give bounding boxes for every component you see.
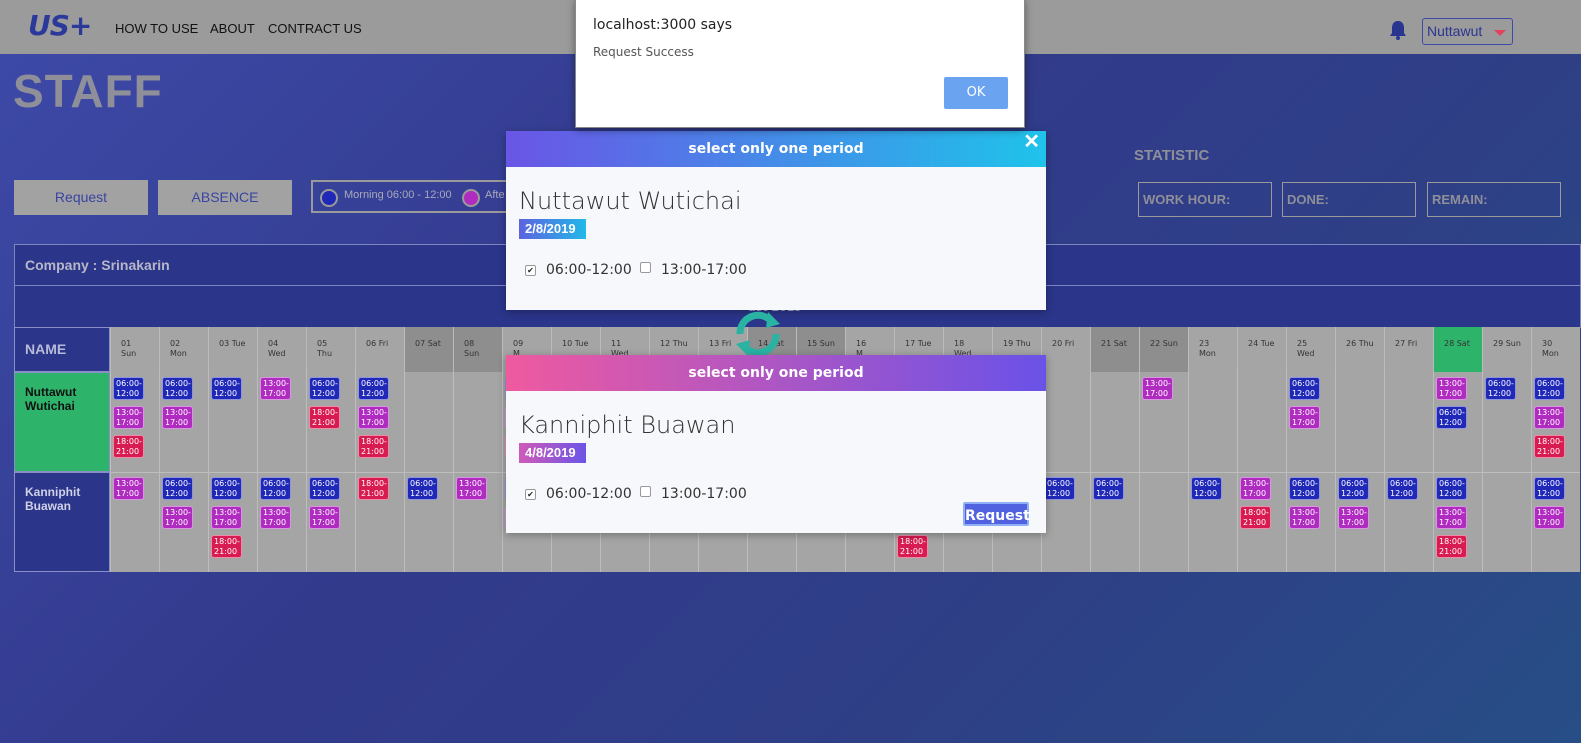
checkbox-unchecked[interactable] [640, 486, 651, 497]
modal-1-staff-name: Nuttawut Wutichai [519, 187, 742, 215]
alert-ok-button[interactable]: OK [944, 77, 1008, 109]
modal-1-option-morning[interactable]: ✔ 06:00-12:00 [525, 262, 632, 278]
checkbox-checked[interactable]: ✔ [525, 489, 536, 500]
modal-1-header: select only one period [506, 131, 1046, 167]
modal-2-option-morning-label: 06:00-12:00 [546, 486, 632, 502]
modal-2-staff-name: Kanniphit Buawan [519, 411, 736, 439]
modal-1-option-afternoon[interactable]: 13:00-17:00 [640, 262, 747, 278]
modal-2-option-afternoon-label: 13:00-17:00 [661, 486, 747, 502]
refresh-icon [736, 311, 780, 357]
modal-1-date-badge: 2/8/2019 [519, 219, 586, 239]
alert-message: Request Success [593, 45, 694, 59]
browser-alert: localhost:3000 says Request Success OK [575, 0, 1025, 128]
modal-2-header: select only one period [506, 355, 1046, 391]
checkbox-checked[interactable]: ✔ [525, 265, 536, 276]
checkbox-unchecked[interactable] [640, 262, 651, 273]
modal-1-option-morning-label: 06:00-12:00 [546, 262, 632, 278]
period-modal-2: select only one period Kanniphit Buawan … [506, 355, 1046, 533]
alert-title: localhost:3000 says [593, 17, 733, 33]
period-modal-1: select only one period ✕ Nuttawut Wutich… [506, 131, 1046, 310]
modal-2-date-badge: 4/8/2019 [519, 443, 586, 463]
modal-2-option-morning[interactable]: ✔ 06:00-12:00 [525, 486, 632, 502]
modal-2-request-button[interactable]: Request [963, 502, 1030, 526]
modal-2-option-afternoon[interactable]: 13:00-17:00 [640, 486, 747, 502]
modal-1-option-afternoon-label: 13:00-17:00 [661, 262, 747, 278]
close-icon[interactable]: ✕ [1023, 129, 1040, 154]
